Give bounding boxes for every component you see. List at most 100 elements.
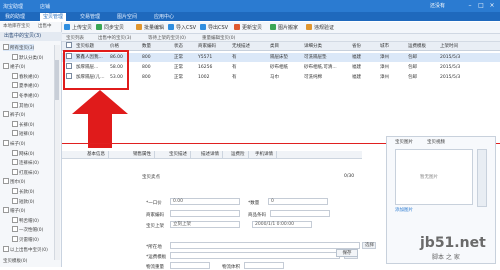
expand-icon[interactable] (3, 44, 9, 50)
expand-icon[interactable] (12, 216, 18, 223)
col-category[interactable]: 类目 (270, 42, 279, 51)
logistics-volume-input[interactable] (244, 262, 284, 269)
sidebar-item[interactable]: 短款(0) (12, 197, 34, 205)
col-code[interactable]: 商家编码 (198, 42, 216, 51)
sidebar-item[interactable]: 其他(0) (12, 101, 34, 109)
sidebar-item[interactable]: 打底袜(0) (12, 168, 39, 176)
sidebar-item[interactable]: 冬季裙(0) (12, 92, 39, 99)
sidebar-item[interactable]: 短裤(0) (12, 130, 34, 137)
location-input[interactable] (170, 242, 360, 249)
expand-icon[interactable] (12, 149, 18, 156)
expand-icon[interactable] (3, 178, 9, 185)
sidebar-item[interactable]: 贝雷帽(0) (12, 236, 39, 243)
expand-icon[interactable] (12, 101, 18, 108)
sidebar-item[interactable]: 网袜(0) (12, 149, 34, 157)
sidebar-item[interactable]: 围巾(0) (3, 178, 25, 185)
expand-icon[interactable] (12, 72, 18, 79)
tab-mobile-detail[interactable]: 手机详情 (252, 151, 277, 159)
sidebar-item[interactable]: 所有宝贝(3) (3, 44, 35, 51)
toolbar-btn-7[interactable]: 违规验证 (306, 24, 334, 32)
image-preview[interactable]: 暂无图片 (395, 149, 473, 205)
close-button[interactable]: × (488, 2, 496, 9)
sidebar-item[interactable]: 一次性帽(0) (12, 226, 43, 233)
expand-icon[interactable] (12, 236, 18, 242)
tab-weight-edit[interactable]: 重量编辑宝贝(0) (202, 35, 235, 42)
menu-trade-management[interactable]: 交易管理 (77, 13, 103, 21)
col-qty[interactable]: 数量 (142, 42, 151, 51)
sidebar-footer[interactable]: 宝贝模板(0) (3, 258, 27, 264)
expand-icon[interactable] (12, 130, 18, 137)
sidebar-item[interactable]: 裙子(0) (3, 63, 25, 70)
freight-template-select[interactable] (170, 252, 340, 259)
expand-icon[interactable] (12, 53, 18, 60)
toolbar-btn-6[interactable]: 图片搬家 (270, 24, 298, 32)
tab-pending[interactable]: 等待上架的宝贝(0) (148, 35, 186, 42)
toolbar-btn-2[interactable]: 批量编辑 (136, 24, 164, 32)
expand-icon[interactable] (12, 168, 18, 175)
sidebar-item[interactable]: 长款(0) (12, 188, 34, 195)
tab-selling[interactable]: 出售中的宝贝(3) (98, 35, 131, 42)
toolbar-btn-3[interactable]: 导入CSV (168, 24, 196, 32)
sidebar-item[interactable]: 裤子(0) (3, 111, 25, 118)
minimize-button[interactable]: – (466, 2, 474, 9)
sidebar-item[interactable]: 帽子(0) (3, 207, 25, 214)
expand-icon[interactable] (12, 197, 18, 204)
expand-icon[interactable] (3, 63, 9, 70)
maximize-button[interactable]: □ (477, 2, 485, 9)
save-button[interactable]: 保存 (336, 249, 358, 257)
expand-icon[interactable] (12, 188, 18, 194)
barcode-input[interactable] (270, 210, 330, 217)
user-link[interactable]: 还没有 (430, 2, 445, 9)
logistics-weight-input[interactable] (170, 262, 210, 269)
tab-sale-attr[interactable]: 销售属性 (130, 151, 155, 159)
sidebar-item[interactable]: 夏季裙(0) (12, 82, 39, 89)
merchant-code-input[interactable] (170, 210, 240, 217)
toolbar-btn-5[interactable]: 更新宝贝 (234, 24, 262, 32)
tab-desc-detail[interactable]: 描述详情 (198, 151, 223, 159)
sidebar-tab-local[interactable]: 本地库存宝贝 (3, 23, 30, 30)
tab-description[interactable]: 宝贝描述 (166, 151, 191, 159)
col-wireless[interactable]: 无线描述 (232, 42, 250, 51)
col-detail[interactable]: 详细分类 (304, 42, 322, 51)
menu-my-assistant[interactable]: 我的助理 (2, 13, 28, 21)
sidebar-scroll-thumb[interactable] (55, 60, 59, 100)
add-image-link[interactable]: 添加图片 (395, 207, 413, 213)
sidebar-item[interactable]: 默认分类(0) (12, 53, 43, 61)
tab-item-images[interactable]: 宝贝图片 (395, 139, 413, 145)
tab-basic-info[interactable]: 基本信息 (84, 151, 109, 159)
col-freight[interactable]: 运费模板 (408, 42, 426, 51)
location-select-button[interactable]: 选择 (362, 242, 376, 249)
expand-icon[interactable] (12, 82, 18, 89)
toolbar-btn-0[interactable]: 上传宝贝 (64, 24, 92, 32)
menu-image-space[interactable]: 图片空间 (114, 13, 140, 21)
expand-icon[interactable] (12, 92, 18, 98)
expand-icon[interactable] (3, 207, 9, 214)
col-time[interactable]: 上架时间 (440, 42, 458, 51)
sidebar-tab-selling[interactable]: 出售中 (38, 23, 52, 30)
listing-date-input[interactable]: 2000/1/1 0:00:00 (252, 221, 312, 228)
tab-freight-insurance[interactable]: 运费险 (228, 151, 249, 159)
toolbar-btn-4[interactable]: 导出CSV (200, 24, 228, 32)
listing-time-select[interactable]: 立刻上架 (170, 221, 240, 228)
sidebar-item[interactable]: 袜子(0) (3, 140, 25, 147)
menu-item-management[interactable]: 宝贝管理 (40, 13, 67, 21)
expand-icon[interactable] (12, 159, 18, 166)
col-city[interactable]: 城市 (380, 42, 389, 51)
expand-icon[interactable] (3, 245, 9, 252)
image-thumbnails-strip[interactable] (477, 149, 487, 207)
expand-icon[interactable] (12, 120, 18, 127)
qty-input[interactable]: 0 (268, 198, 328, 205)
expand-icon[interactable] (12, 226, 18, 233)
sidebar-item[interactable]: 长裤(0) (12, 120, 34, 128)
tab-item-video[interactable]: 宝贝视频 (427, 139, 445, 145)
sidebar-item[interactable]: 连裤袜(0) (12, 159, 39, 166)
tab-item-list[interactable]: 宝贝列表 (66, 35, 84, 42)
col-status[interactable]: 状态 (174, 42, 183, 51)
expand-icon[interactable] (3, 140, 9, 146)
sidebar-item[interactable]: 以上出售中宝贝(0) (3, 245, 48, 253)
menu-app-center[interactable]: 应用中心 (151, 13, 177, 21)
expand-icon[interactable] (3, 111, 9, 118)
price-input[interactable]: 0.00 (170, 198, 240, 205)
sidebar-item[interactable]: 春秋裙(0) (12, 72, 39, 80)
toolbar-btn-1[interactable]: 同步宝贝 (96, 24, 124, 32)
